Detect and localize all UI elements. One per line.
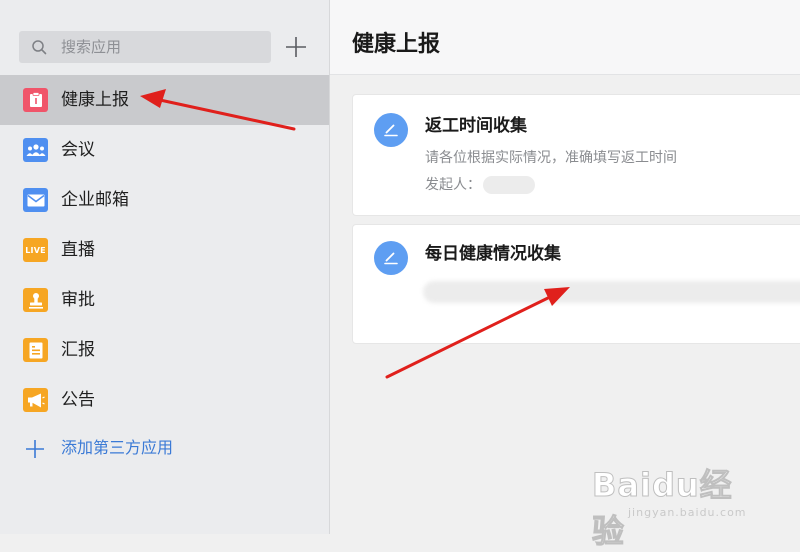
sidebar-item-live[interactable]: LIVE 直播 xyxy=(0,225,329,275)
sidebar-item-label: 汇报 xyxy=(61,340,95,360)
app-menu: 健康上报 会议 企业邮箱 LIVE 直播 审批 汇报 公告 xyxy=(0,75,329,425)
mail-icon xyxy=(23,188,48,212)
sidebar-item-label: 审批 xyxy=(61,290,95,310)
add-third-party-app-button[interactable]: 添加第三方应用 xyxy=(0,424,329,474)
sidebar-item-report[interactable]: 汇报 xyxy=(0,325,329,375)
form-card-daily-health[interactable]: 每日健康情况收集 xyxy=(352,224,800,344)
add-icon[interactable] xyxy=(285,36,307,58)
page-header: 健康上报 xyxy=(330,0,800,75)
watermark-url: jingyan.baidu.com xyxy=(628,506,747,519)
report-icon xyxy=(23,338,48,362)
sidebar-item-label: 公告 xyxy=(61,390,95,410)
sidebar-item-meeting[interactable]: 会议 xyxy=(0,125,329,175)
approval-stamp-icon xyxy=(23,288,48,312)
live-badge-text: LIVE xyxy=(25,245,46,255)
main-panel: 健康上报 返工时间收集 请各位根据实际情况，准确填写返工时间 发起人： 每日健康… xyxy=(330,0,800,534)
search-icon xyxy=(32,40,47,55)
edit-icon xyxy=(374,241,408,275)
search-box[interactable]: 搜索应用 xyxy=(19,31,271,63)
megaphone-icon xyxy=(23,388,48,412)
card-description: 请各位根据实际情况，准确填写返工时间 xyxy=(425,150,677,166)
card-title: 每日健康情况收集 xyxy=(425,244,561,264)
edit-icon xyxy=(374,113,408,147)
sidebar-item-approval[interactable]: 审批 xyxy=(0,275,329,325)
sidebar-item-label: 会议 xyxy=(61,140,95,160)
sidebar-item-health-report[interactable]: 健康上报 xyxy=(0,75,329,125)
search-input[interactable]: 搜索应用 xyxy=(61,38,121,56)
live-icon: LIVE xyxy=(23,238,48,262)
card-description-redacted xyxy=(423,281,800,303)
card-initiator: 发起人： xyxy=(425,175,535,195)
sidebar-item-label: 企业邮箱 xyxy=(61,190,129,210)
meeting-icon xyxy=(23,138,48,162)
card-title: 返工时间收集 xyxy=(425,116,527,136)
health-report-icon xyxy=(23,88,48,112)
add-app-label: 添加第三方应用 xyxy=(61,438,174,457)
form-card-return-time[interactable]: 返工时间收集 请各位根据实际情况，准确填写返工时间 发起人： xyxy=(352,94,800,216)
sidebar-item-label: 直播 xyxy=(61,240,95,260)
initiator-name-redacted xyxy=(483,176,535,194)
plus-icon xyxy=(26,440,44,458)
sidebar-item-announcement[interactable]: 公告 xyxy=(0,375,329,425)
sidebar-item-label: 健康上报 xyxy=(61,90,129,110)
initiator-label: 发起人： xyxy=(425,177,481,193)
baidu-jingyan-watermark: Baidu经验 jingyan.baidu.com xyxy=(592,460,762,551)
page-title: 健康上报 xyxy=(352,32,441,57)
sidebar: 搜索应用 健康上报 会议 企业邮箱 LIVE 直播 审批 汇报 公告 添加第三方… xyxy=(0,0,330,534)
sidebar-item-mail[interactable]: 企业邮箱 xyxy=(0,175,329,225)
